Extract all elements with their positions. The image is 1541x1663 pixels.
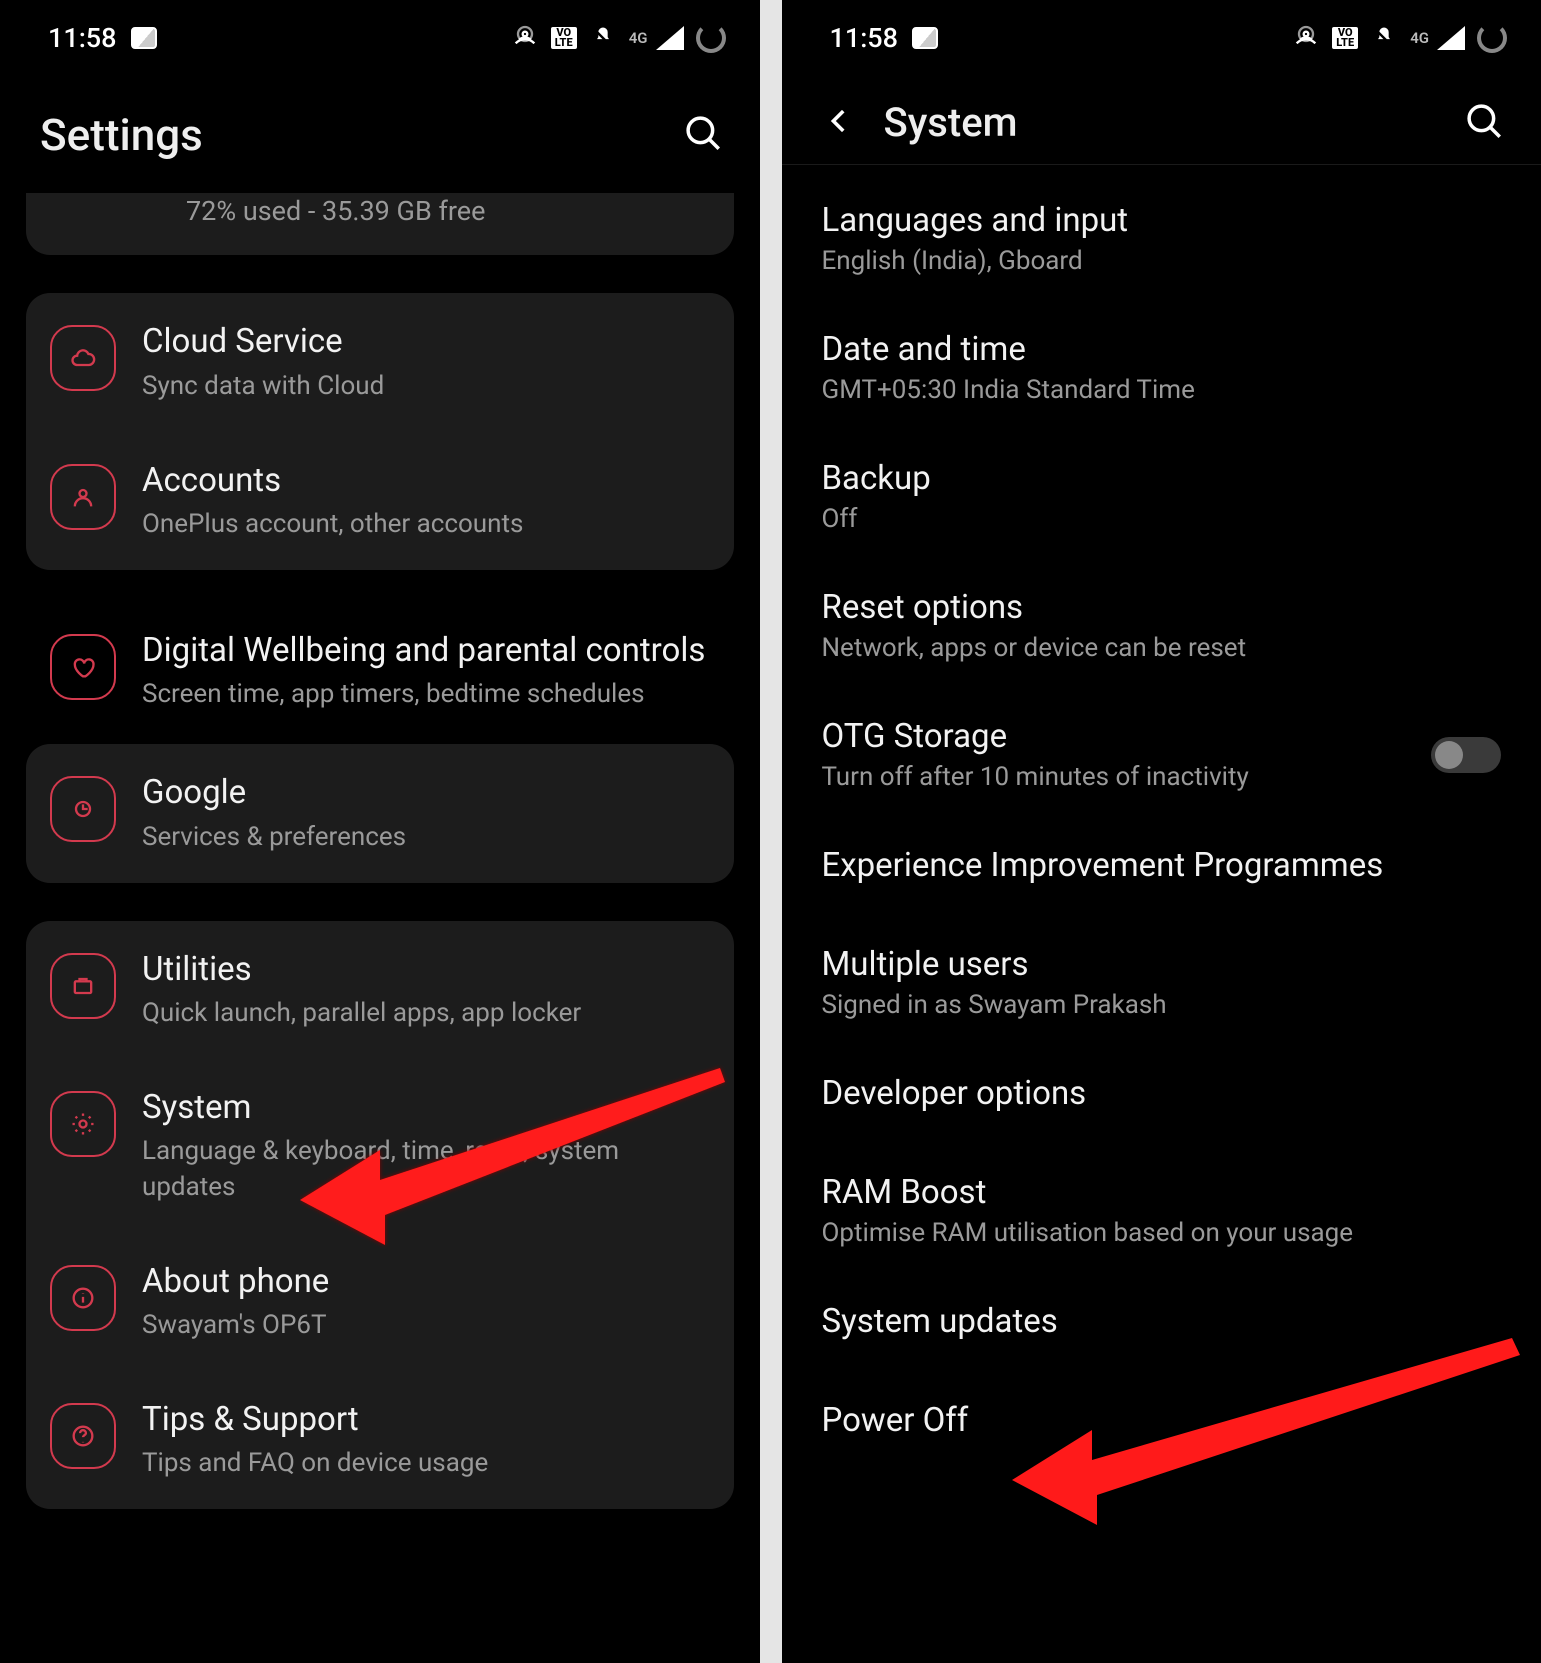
screenshot-system: 11:58 VO LTE 4G System (782, 0, 1541, 1663)
page-title: System (884, 99, 1018, 146)
system-header: System (782, 65, 1541, 164)
picture-icon (131, 27, 157, 49)
system-item-power-off[interactable]: Power Off (822, 1375, 1502, 1474)
accounts-card: Cloud Service Sync data with Cloud Accou… (26, 293, 734, 570)
system-item-developer[interactable]: Developer options (822, 1048, 1502, 1147)
page-title: Settings (40, 109, 203, 161)
volte-icon: VO LTE (551, 27, 577, 49)
storage-card-partial: 72% used - 35.39 GB free (26, 193, 734, 255)
info-icon (50, 1265, 116, 1331)
gear-icon (50, 1091, 116, 1157)
settings-item-accounts[interactable]: Accounts OnePlus account, other accounts (26, 432, 734, 570)
settings-item-system[interactable]: System Language & keyboard, time, reset,… (26, 1059, 734, 1232)
settings-item-wellbeing[interactable]: Digital Wellbeing and parental controls … (26, 608, 734, 734)
hotspot-icon (1292, 20, 1320, 55)
mute-icon (1370, 24, 1398, 52)
loading-spinner-icon (1477, 23, 1507, 53)
signal-icon (656, 26, 684, 50)
settings-item-tips[interactable]: Tips & Support Tips and FAQ on device us… (26, 1371, 734, 1509)
clock: 11:58 (48, 22, 117, 54)
search-button[interactable] (682, 112, 724, 158)
system-item-datetime[interactable]: Date and time GMT+05:30 India Standard T… (822, 304, 1502, 433)
settings-item-storage[interactable]: 72% used - 35.39 GB free (26, 193, 734, 255)
system-item-experience[interactable]: Experience Improvement Programmes (822, 820, 1502, 919)
system-item-system-updates[interactable]: System updates (822, 1276, 1502, 1375)
loading-spinner-icon (696, 23, 726, 53)
system-item-otg[interactable]: OTG Storage Turn off after 10 minutes of… (822, 691, 1502, 820)
briefcase-icon (50, 953, 116, 1019)
heart-icon (50, 634, 116, 700)
picture-icon (912, 27, 938, 49)
search-button[interactable] (1463, 100, 1505, 146)
network-type: 4G (1410, 29, 1429, 47)
settings-item-cloud-service[interactable]: Cloud Service Sync data with Cloud (26, 293, 734, 431)
otg-toggle[interactable] (1431, 737, 1501, 773)
mute-icon (589, 24, 617, 52)
hotspot-icon (511, 20, 539, 55)
storage-sub: 72% used - 35.39 GB free (186, 193, 710, 229)
volte-icon: VO LTE (1332, 27, 1358, 49)
signal-icon (1437, 26, 1465, 50)
toggle-knob (1435, 741, 1463, 769)
settings-item-about-phone[interactable]: About phone Swayam's OP6T (26, 1233, 734, 1371)
status-bar: 11:58 VO LTE 4G (0, 0, 760, 65)
system-list: Languages and input English (India), Gbo… (782, 165, 1541, 1474)
user-icon (50, 464, 116, 530)
system-card: Utilities Quick launch, parallel apps, a… (26, 921, 734, 1509)
settings-item-utilities[interactable]: Utilities Quick launch, parallel apps, a… (26, 921, 734, 1059)
system-item-reset[interactable]: Reset options Network, apps or device ca… (822, 562, 1502, 691)
network-type: 4G (629, 29, 648, 47)
cloud-icon (50, 325, 116, 391)
settings-item-google[interactable]: Google Services & preferences (26, 744, 734, 882)
system-item-multiple-users[interactable]: Multiple users Signed in as Swayam Praka… (822, 919, 1502, 1048)
back-button[interactable] (822, 104, 856, 142)
status-bar: 11:58 VO LTE 4G (782, 0, 1541, 65)
clock: 11:58 (830, 22, 899, 54)
system-item-backup[interactable]: Backup Off (822, 433, 1502, 562)
google-icon (50, 776, 116, 842)
screenshot-settings: 11:58 VO LTE 4G Settings 72% used - 35. (0, 0, 760, 1663)
settings-list: 72% used - 35.39 GB free Cloud Service S… (0, 193, 760, 1577)
google-card: Google Services & preferences (26, 744, 734, 882)
settings-header: Settings (0, 65, 760, 193)
system-item-languages[interactable]: Languages and input English (India), Gbo… (822, 175, 1502, 304)
system-item-ram-boost[interactable]: RAM Boost Optimise RAM utilisation based… (822, 1147, 1502, 1276)
help-icon (50, 1403, 116, 1469)
